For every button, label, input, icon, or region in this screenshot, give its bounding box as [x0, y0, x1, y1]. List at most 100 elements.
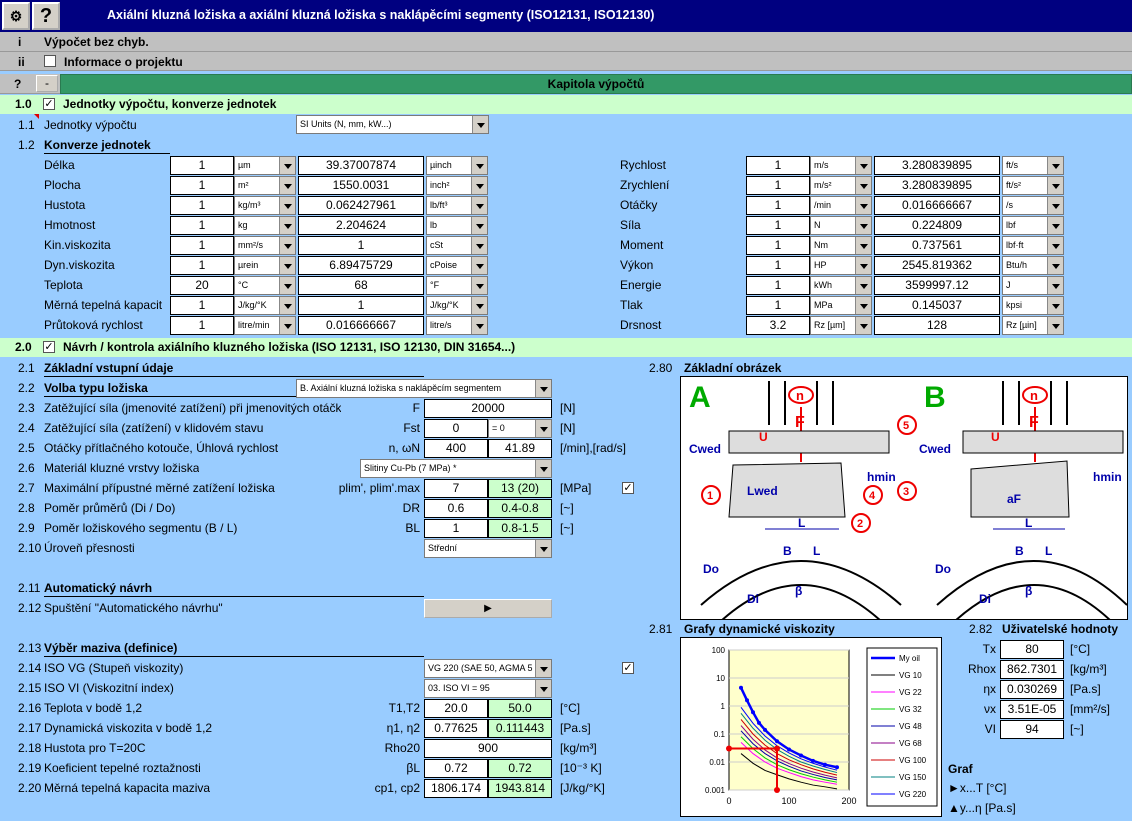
conv-input[interactable]: 1 — [746, 256, 810, 275]
conv-input[interactable]: 1 — [746, 156, 810, 175]
user-value[interactable]: 3.51E-05 — [1000, 700, 1064, 719]
conv-unit-select[interactable]: µm — [234, 156, 296, 175]
conv-unit-select[interactable]: m² — [234, 176, 296, 195]
calculator-icon[interactable]: ⚙ — [2, 2, 30, 30]
conv-input[interactable]: 20 — [170, 276, 234, 295]
param-value[interactable]: 0.72 — [424, 759, 488, 778]
conv-unit-select[interactable]: m/s² — [810, 176, 872, 195]
conv-unit-select[interactable]: MPa — [810, 296, 872, 315]
conv-input[interactable]: 1 — [170, 236, 234, 255]
param-unit: [MPa] — [560, 481, 592, 495]
x-tick-label: 100 — [781, 796, 796, 806]
conv-input[interactable]: 1 — [170, 256, 234, 275]
conv-input[interactable]: 1 — [170, 156, 234, 175]
conv-unit2-select[interactable]: ft/s² — [1002, 176, 1064, 195]
conv-input[interactable]: 1 — [746, 196, 810, 215]
param-select-2[interactable]: = 0 — [488, 419, 552, 438]
conv-unit-select[interactable]: J/kg/°K — [234, 296, 296, 315]
conv-unit-select[interactable]: litre/min — [234, 316, 296, 335]
row-index: 2.19 — [18, 761, 42, 775]
param-value[interactable]: 0 — [424, 419, 488, 438]
param-value[interactable]: 20000 — [424, 399, 552, 418]
conv-unit2-select[interactable]: ft/s — [1002, 156, 1064, 175]
conv-unit-select[interactable]: HP — [810, 256, 872, 275]
x-tick-label: 0 — [726, 796, 731, 806]
conv-input[interactable]: 1 — [170, 316, 234, 335]
conv-unit-select[interactable]: mm²/s — [234, 236, 296, 255]
graph-y-axis[interactable]: ▲y...η [Pa.s] — [948, 799, 1016, 817]
conv-unit2-select[interactable]: inch² — [426, 176, 488, 195]
conv-unit-select[interactable]: m/s — [810, 156, 872, 175]
conv-unit2-select[interactable]: lbf — [1002, 216, 1064, 235]
label-beta-B: β — [1025, 584, 1032, 598]
conv-unit-select[interactable]: kg — [234, 216, 296, 235]
user-value[interactable]: 862.7301 — [1000, 660, 1064, 679]
conv-unit2-select[interactable]: lbf·ft — [1002, 236, 1064, 255]
section-1-checkbox[interactable]: ✓ — [43, 98, 55, 110]
conv-unit2-select[interactable]: lb/ft³ — [426, 196, 488, 215]
conv-unit2-select[interactable]: cPoise — [426, 256, 488, 275]
param-value[interactable]: 0.6 — [424, 499, 488, 518]
conv-input[interactable]: 1 — [746, 236, 810, 255]
param-select[interactable]: B. Axiální kluzná ložiska s naklápěcím s… — [296, 379, 552, 398]
param-value[interactable]: 400 — [424, 439, 488, 458]
graph-x-axis[interactable]: ►x...T [°C] — [948, 779, 1006, 797]
conv-input[interactable]: 1 — [746, 296, 810, 315]
conv-unit-select[interactable]: /min — [810, 196, 872, 215]
conv-unit2-select[interactable]: Btu/h — [1002, 256, 1064, 275]
conv-input[interactable]: 1 — [170, 296, 234, 315]
conv-unit-select[interactable]: Rz [µm] — [810, 316, 872, 335]
label-hmin-B: hmin — [1093, 470, 1122, 484]
conv-unit-select[interactable]: kWh — [810, 276, 872, 295]
param-select[interactable]: 03. ISO VI = 95 — [424, 679, 552, 698]
conv-unit2-select[interactable]: µinch — [426, 156, 488, 175]
conv-input[interactable]: 1 — [170, 196, 234, 215]
help-button[interactable]: ? — [32, 2, 60, 30]
conv-unit2-select[interactable]: °F — [426, 276, 488, 295]
conv-input[interactable]: 3.2 — [746, 316, 810, 335]
conv-unit2-select[interactable]: litre/s — [426, 316, 488, 335]
chapter-help[interactable]: ? — [14, 75, 21, 93]
user-value[interactable]: 80 — [1000, 640, 1064, 659]
user-value[interactable]: 94 — [1000, 720, 1064, 739]
conv-unit-select[interactable]: kg/m³ — [234, 196, 296, 215]
conv-unit-select[interactable]: Nm — [810, 236, 872, 255]
param-checkbox[interactable]: ✓ — [622, 662, 634, 674]
conv-input[interactable]: 1 — [746, 176, 810, 195]
param-value[interactable]: 900 — [424, 739, 552, 758]
param-value[interactable]: 7 — [424, 479, 488, 498]
row-index: 2.1 — [18, 361, 35, 375]
conv-input[interactable]: 1 — [746, 276, 810, 295]
conv-unit2-select[interactable]: /s — [1002, 196, 1064, 215]
label-hmin-A: hmin — [867, 470, 896, 484]
section-2-checkbox[interactable]: ✓ — [43, 341, 55, 353]
param-select[interactable]: Střední — [424, 539, 552, 558]
conv-unit-select[interactable]: °C — [234, 276, 296, 295]
param-value[interactable]: 1 — [424, 519, 488, 538]
conv-unit2-select[interactable]: J/kg/°K — [426, 296, 488, 315]
param-value[interactable]: 0.77625 — [424, 719, 488, 738]
param-select[interactable]: VG 220 (SAE 50, AGMA 5 — [424, 659, 552, 678]
collapse-button[interactable]: - — [36, 75, 58, 92]
conv-unit2-select[interactable]: kpsi — [1002, 296, 1064, 315]
param-value[interactable]: 20.0 — [424, 699, 488, 718]
conv-result: 128 — [874, 316, 1000, 335]
conv-unit-select[interactable]: N — [810, 216, 872, 235]
user-value[interactable]: 0.030269 — [1000, 680, 1064, 699]
conv-unit2-select[interactable]: cSt — [426, 236, 488, 255]
conv-name: Dyn.viskozita — [44, 258, 115, 272]
conv-input[interactable]: 1 — [746, 216, 810, 235]
param-value[interactable]: 1806.174 — [424, 779, 488, 798]
conv-unit2-select[interactable]: J — [1002, 276, 1064, 295]
conv-input[interactable]: 1 — [170, 176, 234, 195]
conv-unit-select[interactable]: µrein — [234, 256, 296, 275]
units-select[interactable]: SI Units (N, mm, kW...) — [296, 115, 489, 134]
auto-design-button[interactable]: ▶ — [424, 599, 552, 618]
project-info-checkbox[interactable] — [44, 55, 56, 67]
param-checkbox[interactable]: ✓ — [622, 482, 634, 494]
param-unit: [J/kg/°K] — [560, 781, 605, 795]
conv-unit2-select[interactable]: lb — [426, 216, 488, 235]
conv-unit2-select[interactable]: Rz [µin] — [1002, 316, 1064, 335]
conv-input[interactable]: 1 — [170, 216, 234, 235]
param-select[interactable]: Slitiny Cu-Pb (7 MPa) * — [360, 459, 552, 478]
